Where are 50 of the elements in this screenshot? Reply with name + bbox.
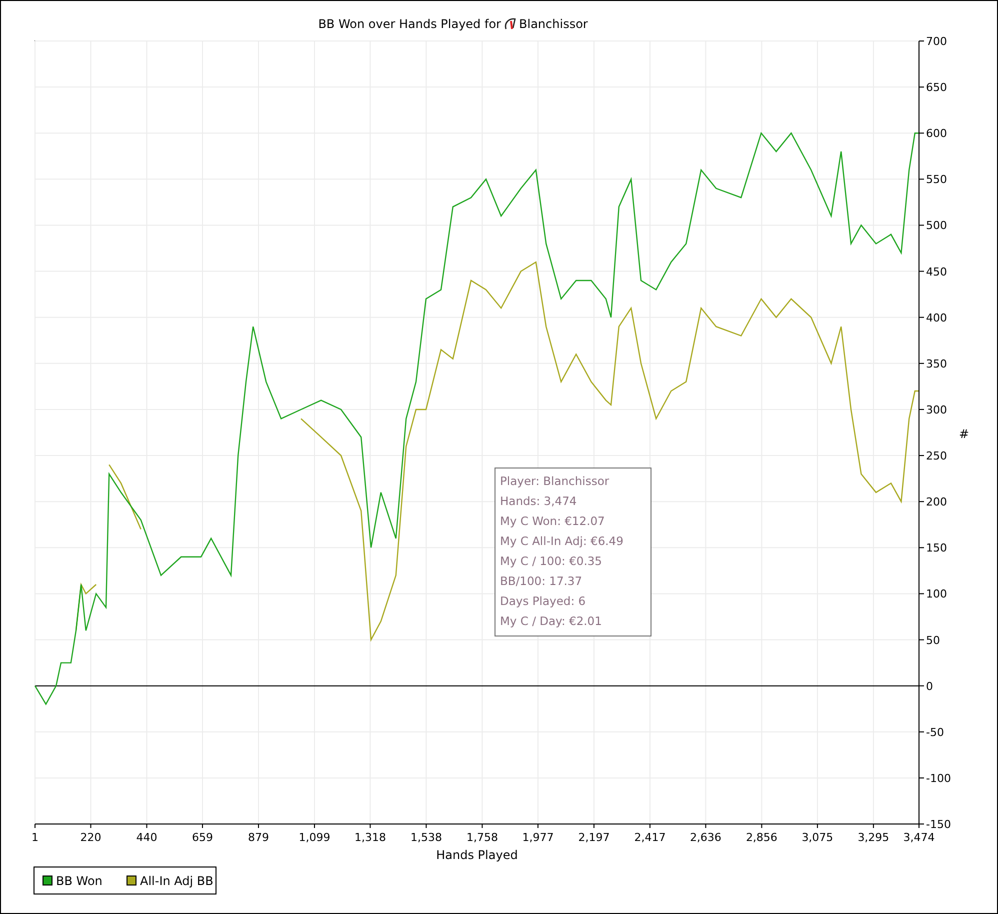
x-tick-label: 1,099 [298,831,330,844]
y-tick-label: -50 [926,726,944,739]
x-tick-label: 2,856 [746,831,778,844]
legend-label: BB Won [56,874,102,888]
tooltip-line: Player: Blanchissor [500,474,610,488]
tooltip-line: My C All-In Adj: €6.49 [500,534,624,548]
y-tick-label: 50 [926,634,940,647]
y-tick-label: 350 [926,357,947,370]
x-tick-label: 659 [192,831,213,844]
y-tick-label: 250 [926,450,947,463]
tooltip-line: My C Won: €12.07 [500,514,605,528]
x-tick-label: 1,538 [410,831,442,844]
y-tick-label: 200 [926,496,947,509]
y-tick-label: 700 [926,35,947,48]
x-tick-label: 3,474 [903,831,935,844]
player-name: Blanchissor [519,17,588,31]
y-tick-label: 0 [926,680,933,693]
y-tick-label: 600 [926,127,947,140]
y-tick-label: 400 [926,311,947,324]
x-tick-label: 3,295 [858,831,890,844]
x-tick-label: 2,636 [690,831,722,844]
x-tick-label: 3,075 [802,831,834,844]
legend-label: All-In Adj BB [140,874,214,888]
x-tick-label: 1,977 [522,831,554,844]
x-tick-label: 879 [248,831,269,844]
tooltip-line: BB/100: 17.37 [500,574,582,588]
x-tick-label: 2,197 [578,831,610,844]
x-tick-label: 1 [32,831,38,844]
tooltip-line: My C / 100: €0.35 [500,554,602,568]
y-axis-title: # [958,427,970,441]
y-tick-label: -100 [926,772,951,785]
y-tick-label: 100 [926,588,947,601]
tooltip-line: My C / Day: €2.01 [500,614,602,628]
y-tick-label: 550 [926,173,947,186]
y-tick-label: 450 [926,265,947,278]
y-tick-label: 500 [926,219,947,232]
x-tick-label: 1,758 [466,831,498,844]
chart-title: BB Won over Hands Played for [318,17,501,31]
y-tick-label: -150 [926,818,951,831]
y-tick-label: 150 [926,542,947,555]
y-tick-label: 300 [926,403,947,416]
y-tick-label: 650 [926,81,947,94]
x-tick-label: 220 [80,831,102,844]
tooltip-line: Days Played: 6 [500,594,586,608]
x-tick-label: 2,417 [634,831,666,844]
x-tick-label: 1,318 [354,831,386,844]
x-tick-label: 440 [136,831,158,844]
x-axis-title: Hands Played [436,848,518,862]
swirl-icon [504,18,516,30]
tooltip-line: Hands: 3,474 [500,494,577,508]
